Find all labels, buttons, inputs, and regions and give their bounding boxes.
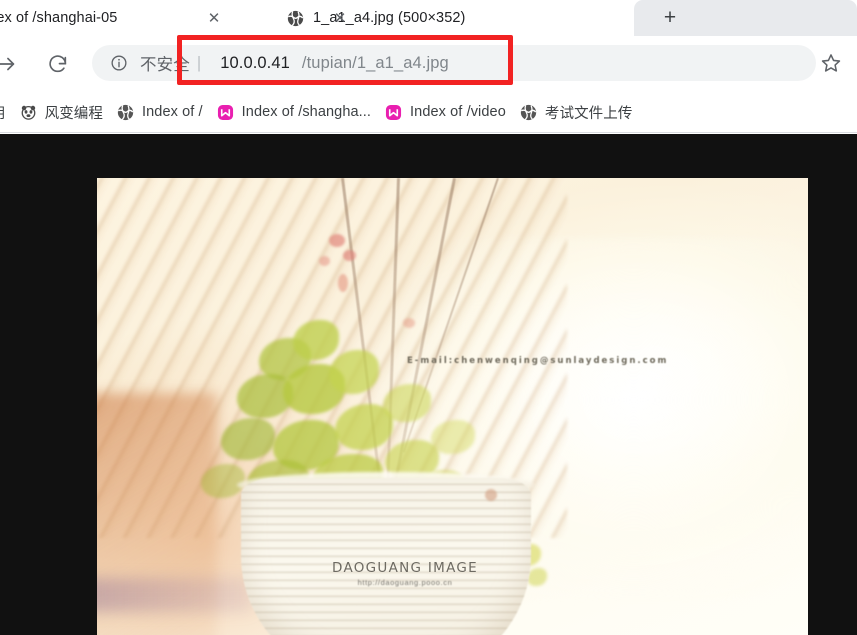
bookmark-item-index-of-root[interactable]: Index of / <box>110 98 210 126</box>
bookmark-label: Index of /shangha... <box>241 104 372 120</box>
forward-button[interactable] <box>0 47 24 81</box>
bookmark-label: 风变编程 <box>44 105 104 122</box>
bookmark-label: Index of /video <box>410 104 506 120</box>
url-host: 10.0.0.41 <box>220 53 290 72</box>
viewed-image[interactable]: E-mail:chenwenqing@sunlaydesign.com DAOG… <box>97 178 808 635</box>
address-bar[interactable]: 不安全 | 10.0.0.41 /tupian/1_a1_a4.jpg <box>92 45 816 81</box>
blossom <box>343 250 356 261</box>
window-sill <box>97 578 252 612</box>
star-icon[interactable] <box>820 52 842 74</box>
globe-icon <box>520 104 537 121</box>
tab-strip: ndex of /shanghai-05 ✕ 1_a1_a4.jpg (500×… <box>0 0 857 36</box>
panda-icon <box>20 104 37 121</box>
watermark-url: http://daoguang.pooo.cn <box>357 578 453 587</box>
blossom <box>403 318 415 328</box>
tab-close-button[interactable]: ✕ <box>204 8 224 28</box>
hanging-basket <box>241 478 531 635</box>
email-watermark: E-mail:chenwenqing@sunlaydesign.com <box>407 356 669 366</box>
tab-close-button[interactable]: ✕ <box>330 8 350 28</box>
globe-icon <box>117 104 134 121</box>
tab-index-of-shanghai[interactable]: ndex of /shanghai-05 <box>0 0 274 36</box>
blossom <box>319 256 330 266</box>
url-path: /tupian/1_a1_a4.jpg <box>301 53 449 72</box>
bookmark-item-fengbian[interactable]: 风变编程 <box>13 98 110 126</box>
new-tab-button[interactable]: + <box>660 7 680 28</box>
tab-image-1-a1-a4[interactable]: 1_a1_a4.jpg (500×352) <box>274 0 628 36</box>
bookmark-item-index-of-video[interactable]: Index of /video <box>378 98 513 126</box>
image-watermark: DAOGUANG IMAGE http://daoguang.pooo.cn <box>290 560 520 587</box>
blossom <box>338 274 348 292</box>
image-viewer-viewport: E-mail:chenwenqing@sunlaydesign.com DAOG… <box>0 134 857 635</box>
bookmark-item-index-of-shanghai[interactable]: Index of /shangha... <box>210 98 378 126</box>
bookmarks-bar: 用 风变编程 <box>0 92 857 133</box>
globe-icon <box>287 10 304 27</box>
blossom <box>329 234 345 247</box>
browser-window: ndex of /shanghai-05 ✕ 1_a1_a4.jpg (500×… <box>0 0 857 635</box>
bookmark-label: 用 <box>0 102 6 123</box>
basket-cord-hole <box>485 489 497 501</box>
info-circle-icon[interactable] <box>110 54 128 72</box>
bookmark-label: 考试文件上传 <box>544 105 633 122</box>
watermark-title: DAOGUANG IMAGE <box>331 560 479 576</box>
bookmark-item-exam-upload[interactable]: 考试文件上传 <box>513 98 640 126</box>
new-tab-area[interactable]: + <box>634 0 857 36</box>
bookmark-label: Index of / <box>142 104 203 120</box>
reload-button[interactable] <box>41 47 75 81</box>
magenta-square-icon <box>385 104 402 121</box>
magenta-square-icon <box>217 104 234 121</box>
security-warning-text: 不安全 <box>140 56 190 74</box>
tab-title: ndex of /shanghai-05 <box>0 10 118 26</box>
url-separator: | <box>196 53 202 72</box>
bookmark-item-yong[interactable]: 用 <box>0 98 13 126</box>
